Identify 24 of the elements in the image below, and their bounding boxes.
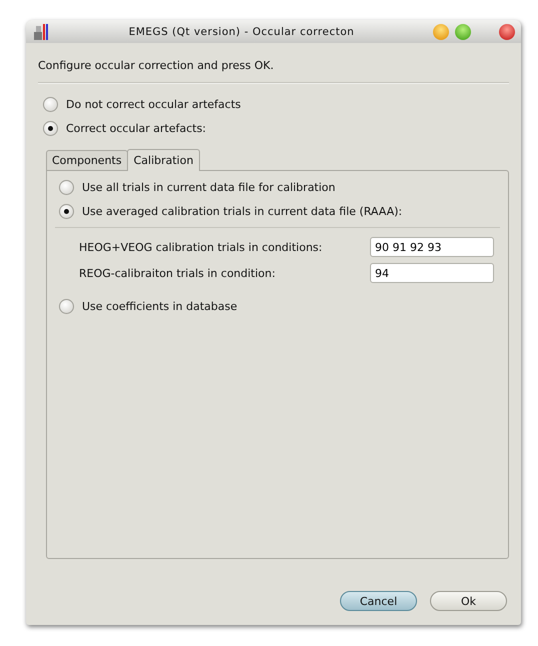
radio-label: Use all trials in current data file for calibration: [82, 180, 336, 194]
radio-button[interactable]: [43, 96, 58, 112]
field-label: HEOG+VEOG calibration trials in conditions:: [79, 240, 324, 254]
radio-button[interactable]: [59, 298, 74, 314]
cancel-button[interactable]: Cancel: [340, 591, 417, 611]
radio-label: Do not correct occular artefacts: [66, 98, 241, 110]
window-title: EMEGS (Qt version) - Occular correcton: [128, 26, 356, 38]
radio-button[interactable]: [59, 204, 74, 218]
radio-button[interactable]: [43, 120, 58, 136]
tab[interactable]: Calibration: [126, 149, 200, 171]
radio-label: Use averaged calibration trials in current data file (RAAA):: [82, 204, 402, 218]
input-field[interactable]: 94: [370, 263, 494, 283]
ok-button[interactable]: Ok: [430, 591, 507, 611]
maximize-button[interactable]: [455, 24, 471, 40]
minimize-button[interactable]: [433, 24, 449, 40]
tab[interactable]: Components: [46, 150, 128, 170]
input-field[interactable]: 90 91 92 93: [370, 237, 494, 257]
radio-label: Correct occular artefacts:: [66, 122, 206, 134]
field-label: REOG-calibraiton trials in condition:: [79, 266, 276, 280]
radio-button[interactable]: [59, 180, 74, 194]
app-icon: [32, 22, 50, 40]
close-button[interactable]: [499, 24, 515, 40]
radio-label: Use coefficients in database: [82, 300, 238, 312]
instruction-text: Configure occular correction and press OK.: [38, 59, 275, 72]
